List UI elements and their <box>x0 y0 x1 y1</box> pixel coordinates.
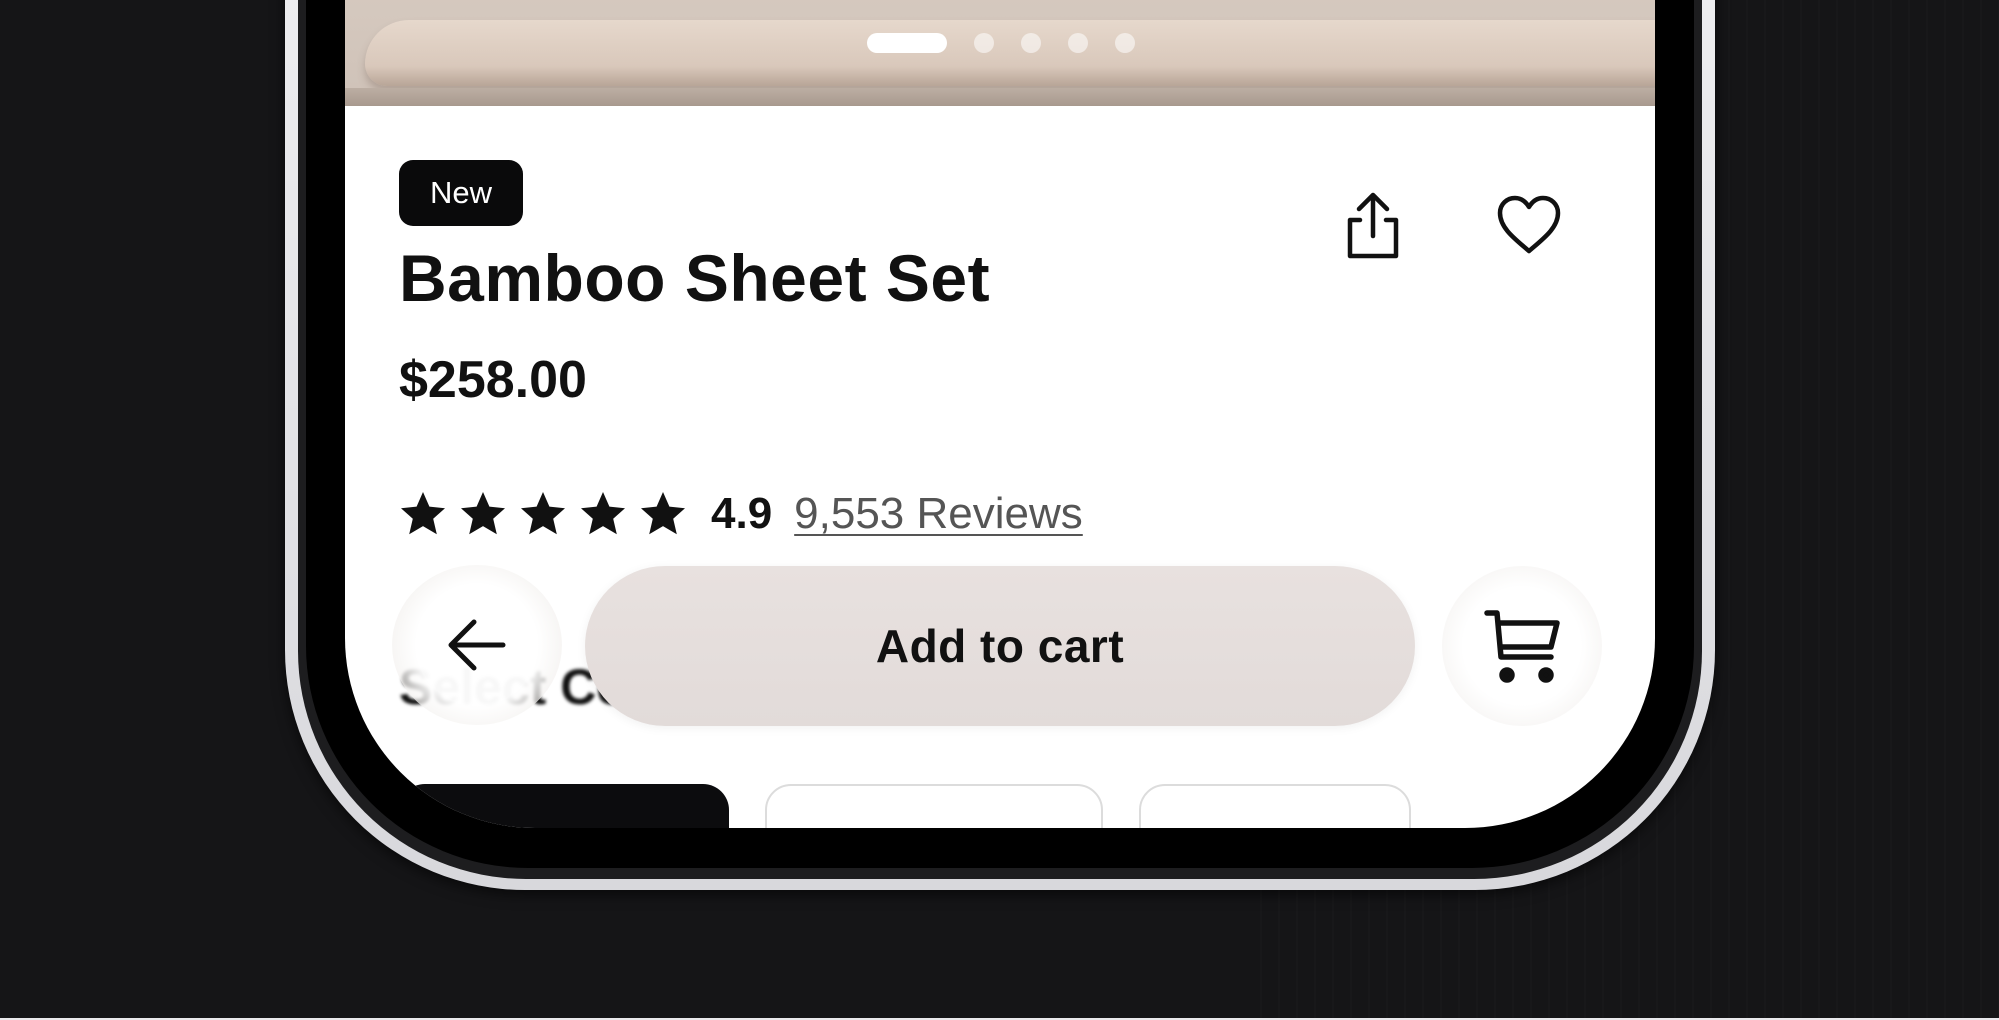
share-button[interactable] <box>1341 190 1405 260</box>
star-icon <box>461 492 505 535</box>
color-option[interactable] <box>765 784 1103 828</box>
cart-icon <box>1484 610 1560 683</box>
star-icon <box>581 492 625 535</box>
arrow-left-icon <box>448 619 506 671</box>
star-rating <box>399 490 687 538</box>
reviews-link[interactable]: 9,553 Reviews <box>794 489 1083 539</box>
image-shadow <box>345 88 1655 106</box>
carousel-dot-active[interactable] <box>867 33 947 53</box>
back-button[interactable] <box>392 565 562 725</box>
rating-row: 4.9 9,553 Reviews <box>399 484 1083 544</box>
cart-button[interactable] <box>1442 566 1602 726</box>
favorite-button[interactable] <box>1495 194 1563 256</box>
add-to-cart-label: Add to cart <box>875 620 1125 672</box>
carousel-dot[interactable] <box>1021 33 1041 53</box>
carousel-dot[interactable] <box>1068 33 1088 53</box>
pillow-image <box>365 20 1655 86</box>
heart-icon <box>1497 195 1561 254</box>
new-badge: New <box>399 160 523 226</box>
carousel-dot[interactable] <box>1115 33 1135 53</box>
color-option-selected[interactable] <box>399 784 729 828</box>
product-title: Bamboo Sheet Set <box>399 241 991 315</box>
color-option[interactable] <box>1139 784 1411 828</box>
product-price: $258.00 <box>399 351 587 409</box>
add-to-cart-button[interactable]: Add to cart <box>585 566 1415 726</box>
share-icon <box>1347 192 1399 259</box>
star-icon <box>521 492 565 535</box>
rating-score: 4.9 <box>711 489 773 538</box>
carousel-indicators <box>867 33 1135 53</box>
carousel-dot[interactable] <box>974 33 994 53</box>
star-icon <box>641 492 685 535</box>
star-icon <box>401 492 445 535</box>
product-image[interactable] <box>345 0 1655 106</box>
